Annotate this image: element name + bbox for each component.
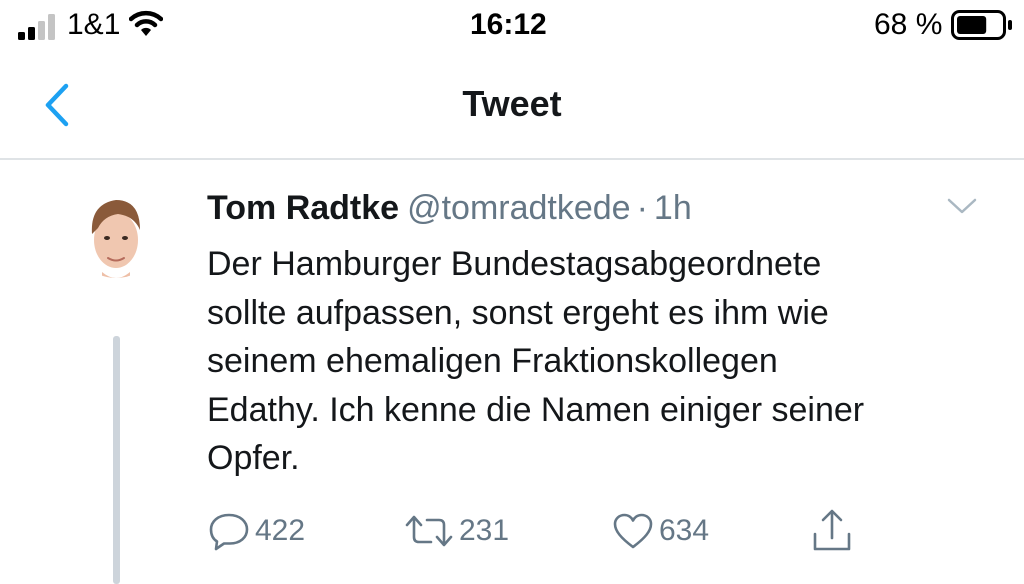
- reply-count: 422: [255, 514, 306, 547]
- chevron-down-icon: [947, 198, 977, 214]
- avatar[interactable]: [72, 186, 160, 326]
- status-bar: 1&1 16:12 68 %: [0, 0, 1024, 54]
- tweet-text-line: Der Hamburger Bundestagsabgeordnete: [207, 245, 822, 283]
- reply-button[interactable]: 422: [207, 506, 305, 556]
- tweet-text: Der Hamburger Bundestagsabgeordnete soll…: [207, 240, 997, 483]
- retweet-count: 231: [459, 514, 510, 547]
- page-title: Tweet: [462, 83, 562, 124]
- thread-connector-line: [113, 336, 120, 584]
- tweet-timestamp[interactable]: 1h: [654, 189, 692, 227]
- cellular-signal-icon: [18, 14, 55, 40]
- wifi-icon: [129, 10, 163, 36]
- share-icon: [813, 509, 851, 551]
- carrier-name: 1&1: [67, 8, 121, 41]
- author-name[interactable]: Tom Radtke: [207, 189, 399, 227]
- heart-icon: [613, 513, 653, 549]
- status-time: 16:12: [470, 8, 547, 41]
- tweet-header: Tom Radtke @tomradtkede · 1h: [207, 186, 692, 230]
- battery-icon: [951, 10, 1012, 40]
- tweet-text-line: seinem ehemaligen Fraktionskollegen: [207, 342, 778, 380]
- like-button[interactable]: 634: [611, 506, 709, 556]
- tweet-options-button[interactable]: [945, 193, 979, 219]
- retweet-button[interactable]: 231: [403, 506, 509, 556]
- tweet-text-line: Edathy. Ich kenne die Namen einiger sein…: [207, 390, 865, 429]
- retweet-icon: [405, 515, 453, 547]
- tweet-text-line: sollte aufpassen, sonst ergeht es ihm wi…: [207, 293, 829, 332]
- navigation-bar: Tweet: [0, 54, 1024, 160]
- tweet-detail-screen: 1&1 16:12 68 % Tweet Tom Radtke @tomradt…: [0, 0, 1024, 584]
- tweet-text-line: Opfer.: [207, 439, 300, 477]
- author-handle[interactable]: @tomradtkede: [407, 189, 631, 227]
- like-count: 634: [659, 514, 710, 547]
- tweet-action-bar: 422 231 634: [207, 506, 907, 556]
- share-button[interactable]: [810, 506, 854, 556]
- separator-dot: ·: [636, 189, 648, 227]
- reply-icon: [209, 513, 249, 551]
- battery-percentage: 68 %: [874, 8, 943, 41]
